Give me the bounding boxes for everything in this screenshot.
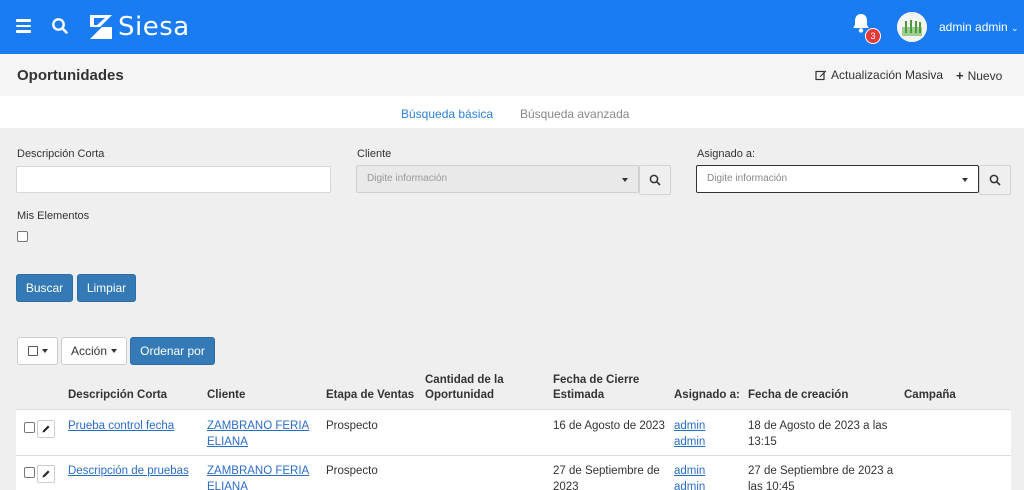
row-stage: Prospecto <box>326 420 378 432</box>
action-label: Acción <box>70 344 108 358</box>
user-name: admin admin <box>939 20 1008 34</box>
client-search-button[interactable] <box>639 165 671 195</box>
assigned-label: Asignado a: <box>697 148 756 160</box>
assigned-placeholder: Digite información <box>707 173 788 184</box>
short-description-input[interactable] <box>16 166 331 193</box>
bulk-update-label: Actualización Masiva <box>831 68 944 82</box>
avatar[interactable] <box>897 12 927 42</box>
column-header-assigned[interactable]: Asignado a: <box>674 388 740 403</box>
new-button[interactable]: + Nuevo <box>956 68 1002 83</box>
row-assigned-line2: admin <box>674 481 706 490</box>
page-title: Oportunidades <box>17 67 124 84</box>
row-checkbox[interactable] <box>24 467 35 478</box>
caret-down-icon <box>41 349 48 353</box>
search-button[interactable]: Buscar <box>16 274 73 302</box>
row-created-line1: 27 de Septiembre de 2023 a <box>748 465 894 477</box>
column-header-amount-line2: Oportunidad <box>425 389 494 401</box>
column-header-created[interactable]: Fecha de creación <box>748 388 848 403</box>
row-created-line1: 18 de Agosto de 2023 a las <box>748 420 888 432</box>
row-edit-button[interactable] <box>37 465 55 483</box>
short-description-label: Descripción Corta <box>17 148 105 160</box>
column-header-sales-stage[interactable]: Etapa de Ventas <box>326 388 414 403</box>
top-navbar: Siesa 3 admin admin ⌄ <box>0 0 1024 54</box>
new-label: Nuevo <box>967 68 1003 83</box>
row-created: 18 de Agosto de 2023 a las 13:15 <box>748 418 887 450</box>
row-client-link[interactable]: ZAMBRANO FERIA ELIANA <box>207 418 309 450</box>
brand-logo[interactable]: Siesa <box>88 12 190 42</box>
row-client-line1: ZAMBRANO FERIA <box>207 420 310 432</box>
row-client-link[interactable]: ZAMBRANO FERIA ELIANA <box>207 463 309 490</box>
row-client-line1: ZAMBRANO FERIA <box>207 465 310 477</box>
search-icon <box>989 174 1001 186</box>
row-description-link[interactable]: Descripción de pruebas <box>68 463 189 479</box>
brand-name: Siesa <box>118 12 190 42</box>
my-items-label: Mis Elementos <box>17 210 90 222</box>
order-by-button[interactable]: Ordenar por <box>130 337 215 365</box>
row-close-date: 16 de Agosto de 2023 <box>553 418 665 434</box>
table-row: Descripción de pruebas ZAMBRANO FERIA EL… <box>16 455 1011 490</box>
bulk-update-button[interactable]: Actualización Masiva <box>815 68 943 82</box>
search-tabs: Búsqueda básica Búsqueda avanzada <box>0 96 1024 128</box>
assigned-search-button[interactable] <box>979 165 1011 195</box>
row-created: 27 de Septiembre de 2023 a las 10:45 <box>748 463 893 490</box>
row-checkbox[interactable] <box>24 422 35 433</box>
column-header-campaign[interactable]: Campaña <box>904 388 956 403</box>
row-client-line2: ELIANA <box>207 436 248 448</box>
my-items-checkbox[interactable] <box>17 231 28 242</box>
menu-icon[interactable] <box>16 19 31 33</box>
row-assigned-link[interactable]: admin admin <box>674 418 705 450</box>
row-assigned-line2: admin <box>674 436 706 448</box>
search-icon[interactable] <box>51 17 69 35</box>
column-header-close-date-line2: Estimada <box>553 389 605 401</box>
client-label: Cliente <box>357 148 392 160</box>
user-menu[interactable]: admin admin ⌄ <box>939 20 1019 34</box>
row-stage: Prospecto <box>326 465 378 477</box>
column-header-close-date[interactable]: Fecha de Cierre Estimada <box>553 373 639 403</box>
chevron-down-icon: ⌄ <box>1011 23 1019 33</box>
column-header-short-description[interactable]: Descripción Corta <box>68 388 167 403</box>
caret-down-icon <box>111 349 118 353</box>
pencil-icon <box>42 425 50 433</box>
pencil-icon <box>42 470 50 478</box>
tab-basic-search[interactable]: Búsqueda básica <box>401 107 493 121</box>
tab-advanced-search[interactable]: Búsqueda avanzada <box>520 107 629 121</box>
client-placeholder: Digite información <box>367 173 448 184</box>
select-all-dropdown[interactable] <box>17 337 58 365</box>
page-header: Oportunidades Actualización Masiva + Nue… <box>0 54 1024 96</box>
assigned-select[interactable]: Digite información <box>696 165 979 193</box>
edit-square-icon <box>815 70 827 81</box>
siesa-logo-icon <box>90 15 112 39</box>
column-header-amount-line1: Cantidad de la <box>425 374 504 386</box>
row-created-line2: las 10:45 <box>748 481 795 490</box>
action-dropdown[interactable]: Acción <box>61 337 127 365</box>
row-close-date-line1: 16 de Agosto de 2023 <box>553 420 665 432</box>
checkbox-icon <box>27 346 38 356</box>
clear-button[interactable]: Limpiar <box>77 274 136 302</box>
avatar-image <box>897 12 927 42</box>
notification-badge: 3 <box>865 28 881 44</box>
column-header-client[interactable]: Cliente <box>207 388 245 403</box>
client-select[interactable]: Digite información <box>356 165 639 193</box>
row-close-date-line2: 2023 <box>553 481 579 490</box>
row-description-link[interactable]: Prueba control fecha <box>68 418 174 434</box>
caret-down-icon <box>622 178 628 182</box>
plus-icon: + <box>956 68 964 83</box>
row-client-line2: ELIANA <box>207 481 248 490</box>
row-close-date: 27 de Septiembre de 2023 <box>553 463 660 490</box>
caret-down-icon <box>962 178 968 182</box>
column-header-close-date-line1: Fecha de Cierre <box>553 374 640 386</box>
row-close-date-line1: 27 de Septiembre de <box>553 465 660 477</box>
row-assigned-link[interactable]: admin admin <box>674 463 705 490</box>
column-header-amount[interactable]: Cantidad de la Oportunidad <box>425 373 504 403</box>
table-row: Prueba control fecha ZAMBRANO FERIA ELIA… <box>16 409 1011 455</box>
row-edit-button[interactable] <box>37 420 55 438</box>
row-created-line2: 13:15 <box>748 436 777 448</box>
search-icon <box>649 174 661 186</box>
row-assigned-line1: admin <box>674 420 706 432</box>
row-assigned-line1: admin <box>674 465 706 477</box>
